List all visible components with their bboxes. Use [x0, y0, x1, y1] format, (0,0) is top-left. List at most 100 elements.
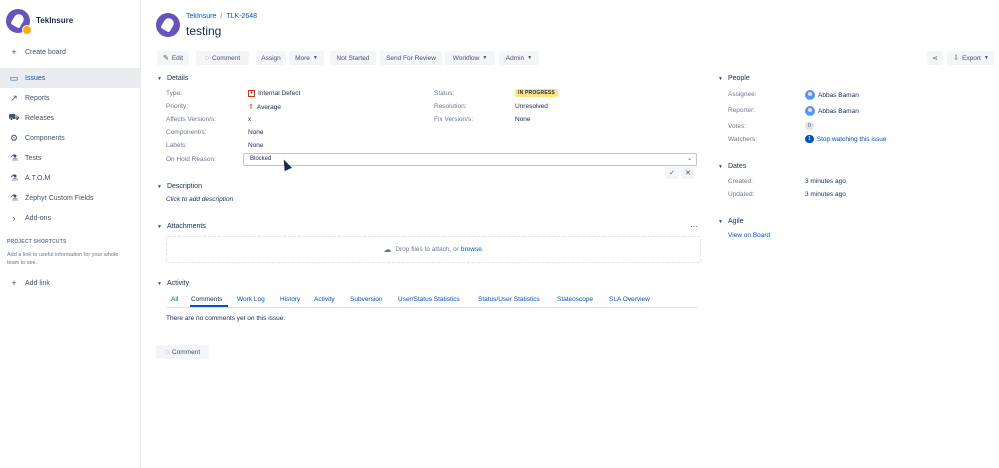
labels-value[interactable]: None: [248, 142, 264, 149]
assignee-value[interactable]: Abbas Baman: [805, 90, 859, 100]
confirm-edit-button[interactable]: ✓: [665, 167, 679, 179]
sidebar-item-label: A.T.O.M: [25, 174, 51, 182]
watchers-value[interactable]: 1 Stop watching this issue: [805, 135, 887, 143]
add-link-button[interactable]: + Add link: [0, 273, 140, 293]
status-badge: IN PROGRESS: [515, 89, 558, 97]
description-section-toggle[interactable]: ▼ Description: [157, 183, 202, 190]
comment-icon: ◌: [164, 348, 169, 356]
components-icon: ⚙: [9, 132, 19, 143]
chevron-down-icon: ▼: [983, 55, 989, 61]
edit-button[interactable]: ✎ Edit: [157, 51, 189, 65]
assign-button[interactable]: Assign: [256, 51, 286, 65]
project-sidebar: TekInsure + Create board ▭ Issues ↗ Repo…: [0, 0, 141, 468]
sidebar-item-issues[interactable]: ▭ Issues: [0, 68, 140, 88]
votes-label: Votes:: [728, 123, 747, 130]
view-on-board-link[interactable]: View on Board: [728, 232, 770, 239]
sidebar-item-create-board[interactable]: + Create board: [0, 42, 140, 62]
type-value-text: Internal Defect: [258, 90, 301, 97]
export-icon: ⇩: [953, 55, 960, 62]
sidebar-item-add-ons[interactable]: › Add-ons: [0, 208, 140, 228]
attachment-dropzone[interactable]: ☁ Drop files to attach, or browse.: [166, 236, 701, 263]
activity-section-toggle[interactable]: ▼ Activity: [157, 280, 189, 287]
tab-work-log[interactable]: Work Log: [237, 296, 265, 303]
assignee-name: Abbas Baman: [818, 91, 859, 99]
agile-heading: Agile: [727, 218, 744, 225]
tab-status-user-statistics[interactable]: Status/User Statistics: [478, 296, 540, 303]
tab-user-status-statistics[interactable]: User/Status Statistics: [398, 296, 460, 303]
dates-section-toggle[interactable]: ▼ Dates: [718, 163, 746, 170]
sidebar-item-components[interactable]: ⚙ Components: [0, 128, 140, 148]
status-value: IN PROGRESS: [515, 89, 558, 97]
created-value: 3 minutes ago: [805, 178, 846, 185]
more-label: More: [295, 54, 310, 62]
resolution-value: Unresolved: [515, 103, 548, 110]
priority-value[interactable]: ⇑ Average: [248, 103, 281, 112]
updated-value: 3 minutes ago: [805, 191, 846, 198]
breadcrumb: TekInsure / TLK-2648: [186, 13, 257, 20]
project-name[interactable]: TekInsure: [36, 16, 73, 25]
sidebar-item-label: Issues: [25, 74, 46, 82]
tab-history[interactable]: History: [280, 296, 300, 303]
sidebar-item-reports[interactable]: ↗ Reports: [0, 88, 140, 108]
fix-versions-value[interactable]: None: [515, 116, 531, 123]
type-value[interactable]: ♥ Internal Defect: [248, 90, 300, 97]
assign-label: Assign: [261, 54, 281, 62]
updated-label: Updated:: [728, 191, 755, 198]
bottom-comment-button[interactable]: ◌ Comment: [156, 345, 209, 359]
votes-value[interactable]: 0: [805, 122, 814, 130]
reporter-name: Abbas Baman: [818, 107, 859, 115]
not-started-button[interactable]: Not Started: [330, 51, 376, 65]
defect-icon: ♥: [248, 90, 255, 97]
on-hold-reason-select[interactable]: Blocked ⌄: [243, 153, 697, 166]
more-button[interactable]: More ▼: [289, 51, 324, 65]
close-icon: ✕: [685, 170, 691, 177]
chevron-down-icon: ▼: [527, 55, 533, 61]
reporter-label: Reporter:: [728, 107, 756, 114]
agile-section-toggle[interactable]: ▼ Agile: [718, 218, 744, 225]
sidebar-item-releases[interactable]: ⛟ Releases: [0, 108, 140, 128]
components-value[interactable]: None: [248, 129, 264, 136]
people-section-toggle[interactable]: ▼ People: [718, 75, 750, 82]
chevron-down-icon: ▼: [157, 183, 162, 190]
send-for-review-label: Send For Review: [386, 54, 436, 62]
attachments-section-toggle[interactable]: ▼ Attachments: [157, 223, 206, 230]
issue-title[interactable]: testing: [186, 24, 221, 38]
project-shortcuts-title: PROJECT SHORTCUTS: [7, 239, 67, 245]
dates-heading: Dates: [727, 163, 747, 170]
workflow-button[interactable]: Workflow ▼: [445, 51, 495, 65]
sidebar-item-zephyr-custom-fields[interactable]: ⚗ Zephyr Custom Fields: [0, 188, 140, 208]
rocket-icon: [160, 16, 176, 33]
project-avatar[interactable]: [6, 9, 32, 35]
breadcrumb-separator: /: [220, 13, 223, 20]
admin-button[interactable]: Admin ▼: [499, 51, 539, 65]
cancel-edit-button[interactable]: ✕: [681, 167, 695, 179]
export-button[interactable]: ⇩ Export ▼: [947, 51, 995, 65]
sidebar-item-atom[interactable]: ⚗ A.T.O.M: [0, 168, 140, 188]
reporter-value[interactable]: Abbas Baman: [805, 106, 859, 116]
breadcrumb-issue-link[interactable]: TLK-2648: [226, 13, 257, 20]
affects-versions-value[interactable]: x: [248, 116, 251, 123]
more-options-icon[interactable]: ⋯: [690, 222, 698, 231]
description-placeholder[interactable]: Click to add description: [166, 196, 233, 203]
chevron-down-icon: ▼: [157, 75, 162, 82]
breadcrumb-project-link[interactable]: TekInsure: [186, 13, 216, 20]
details-section-toggle[interactable]: ▼ Details: [157, 75, 188, 82]
chevron-down-icon: ▼: [157, 280, 162, 287]
tab-comments[interactable]: Comments: [191, 296, 222, 303]
sidebar-item-tests[interactable]: ⚗ Tests: [0, 148, 140, 168]
votes-count-badge: 0: [805, 122, 814, 130]
comment-button[interactable]: ◌ Comment: [196, 51, 249, 65]
tab-activity[interactable]: Activity: [314, 296, 335, 303]
share-button[interactable]: ⋖: [927, 51, 943, 65]
stop-watching-link[interactable]: Stop watching this issue: [817, 136, 887, 143]
chevron-down-icon: ▼: [157, 223, 162, 230]
fix-versions-label: Fix Version/s:: [434, 116, 474, 123]
status-label: Status:: [434, 90, 455, 97]
browse-link[interactable]: browse.: [461, 246, 484, 253]
send-for-review-button[interactable]: Send For Review: [380, 51, 442, 65]
project-badge-icon: [22, 25, 32, 35]
tab-subversion[interactable]: Subversion: [350, 296, 383, 303]
tab-all[interactable]: All: [171, 296, 178, 303]
tab-stateoscope[interactable]: Stateoscope: [557, 296, 593, 303]
tab-sla-overview[interactable]: SLA Overview: [609, 296, 650, 303]
